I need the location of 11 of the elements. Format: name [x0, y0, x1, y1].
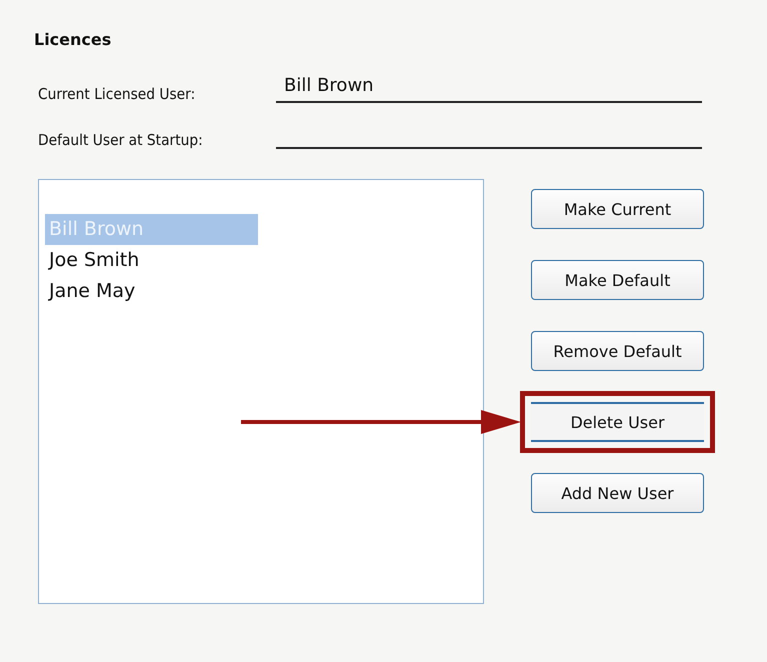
section-title: Licences	[34, 30, 112, 49]
field-label: Current Licensed User:	[38, 85, 196, 103]
list-item[interactable]: Joe Smith	[45, 245, 258, 276]
action-button[interactable]: Delete User	[531, 402, 704, 442]
input-field[interactable]: Bill Brown	[276, 71, 702, 103]
action-button[interactable]: Make Default	[531, 260, 704, 300]
list-item[interactable]: Jane May	[45, 276, 258, 307]
action-button[interactable]: Remove Default	[531, 331, 704, 371]
action-button[interactable]: Make Current	[531, 189, 704, 229]
action-button[interactable]: Add New User	[531, 473, 704, 513]
field-label: Default User at Startup:	[38, 131, 204, 149]
